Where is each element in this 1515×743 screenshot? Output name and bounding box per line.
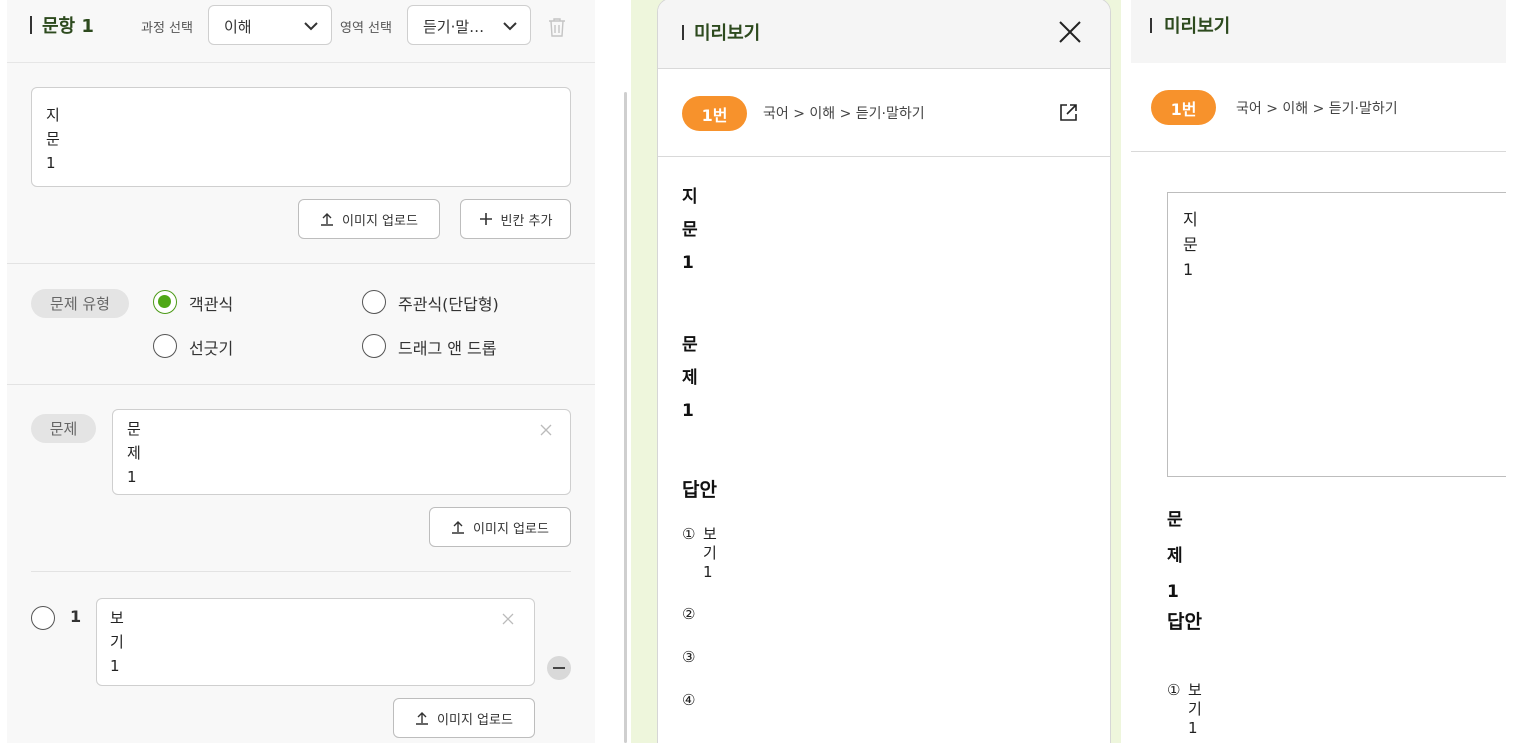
course-select-value: 이해 bbox=[224, 18, 252, 36]
preview-title: 미리보기 bbox=[694, 23, 761, 44]
chevron-down-icon bbox=[503, 22, 517, 31]
question-label: 문제 bbox=[31, 414, 96, 443]
external-link-icon[interactable] bbox=[1059, 103, 1078, 122]
preview-page: 미리보기 1번 국어 > 이해 > 듣기·말하기 지 문 1 문 제 1 답안 … bbox=[1131, 0, 1506, 743]
question-editor-panel: 문항 1 과정 선택 이해 영역 선택 듣기·말… 지 문 1 이미지 업로드 … bbox=[7, 0, 595, 743]
preview-option-1-text: 보 기 1 bbox=[703, 525, 717, 581]
radio-label-short-answer: 주관식(단답형) bbox=[398, 295, 499, 314]
remove-choice-button[interactable] bbox=[547, 656, 571, 680]
radio-short-answer[interactable] bbox=[362, 290, 386, 314]
preview-page-answer-title: 답안 bbox=[1167, 611, 1202, 633]
editor-scrollbar[interactable] bbox=[624, 92, 627, 743]
question-title: 문항 1 bbox=[42, 16, 94, 37]
upload-icon bbox=[452, 521, 465, 534]
passage-box-text: 지 문 1 bbox=[1183, 210, 1198, 279]
passage-text: 지 문 1 bbox=[46, 106, 60, 172]
preview-page-breadcrumb: 국어 > 이해 > 듣기·말하기 bbox=[1236, 101, 1398, 117]
trash-icon[interactable] bbox=[548, 17, 566, 37]
choice-1-image-upload-button[interactable]: 이미지 업로드 bbox=[393, 698, 535, 738]
preview-option-2-marker: ② bbox=[682, 605, 696, 623]
preview-modal: 미리보기 1번 국어 > 이해 > 듣기·말하기 지 문 1 문 제 1 답안 … bbox=[657, 0, 1111, 743]
radio-multiple-choice[interactable] bbox=[153, 290, 177, 314]
preview-header: 미리보기 bbox=[658, 0, 1110, 69]
preview-option-4-marker: ④ bbox=[682, 691, 696, 709]
upload-icon bbox=[416, 712, 429, 725]
preview-answer-title: 답안 bbox=[682, 479, 717, 501]
upload-icon bbox=[321, 213, 334, 226]
course-select[interactable]: 이해 bbox=[208, 5, 332, 45]
area-select-label: 영역 선택 bbox=[340, 21, 392, 36]
preview-option-1-marker: ① bbox=[682, 525, 696, 543]
section-divider bbox=[7, 263, 595, 264]
preview-page-option-1-text: 보 기 1 bbox=[1188, 681, 1202, 737]
radio-label-line-matching: 선긋기 bbox=[189, 339, 234, 358]
title-bar-accent bbox=[682, 25, 684, 40]
preview-question: 문 제 1 bbox=[682, 335, 698, 421]
add-blank-button[interactable]: 빈칸 추가 bbox=[460, 199, 571, 239]
title-bar-accent bbox=[1150, 18, 1152, 33]
radio-line-matching[interactable] bbox=[153, 334, 177, 358]
question-text: 문 제 1 bbox=[127, 420, 141, 486]
area-select-value: 듣기·말… bbox=[423, 18, 485, 36]
choice-1-text: 보 기 1 bbox=[110, 609, 124, 675]
passage-image-upload-button[interactable]: 이미지 업로드 bbox=[298, 199, 440, 239]
preview-page-question: 문 제 1 bbox=[1167, 510, 1183, 602]
preview-separator bbox=[1131, 151, 1506, 152]
preview-page-title: 미리보기 bbox=[1164, 16, 1231, 37]
preview-passage: 지 문 1 bbox=[682, 187, 698, 273]
close-icon[interactable] bbox=[1059, 21, 1081, 43]
preview-breadcrumb: 국어 > 이해 > 듣기·말하기 bbox=[763, 106, 925, 122]
course-select-label: 과정 선택 bbox=[141, 21, 193, 36]
choice-1-number: 1 bbox=[70, 607, 82, 626]
question-type-label: 문제 유형 bbox=[31, 289, 129, 318]
title-bar-accent bbox=[30, 16, 32, 34]
choice-divider bbox=[31, 571, 571, 572]
preview-separator bbox=[658, 156, 1110, 157]
radio-drag-drop[interactable] bbox=[362, 334, 386, 358]
chevron-down-icon bbox=[304, 22, 318, 31]
question-image-upload-button[interactable]: 이미지 업로드 bbox=[429, 507, 571, 547]
question-header: 문항 1 과정 선택 이해 영역 선택 듣기·말… bbox=[7, 0, 595, 63]
question-number-badge: 1번 bbox=[1151, 90, 1216, 125]
choice-1-input[interactable]: 보 기 1 bbox=[96, 598, 535, 686]
plus-icon bbox=[479, 213, 492, 225]
question-input[interactable]: 문 제 1 bbox=[112, 409, 571, 495]
section-divider bbox=[7, 384, 595, 385]
clear-icon[interactable] bbox=[540, 424, 552, 436]
preview-page-option-1-marker: ① bbox=[1167, 681, 1181, 699]
preview-page-header: 미리보기 bbox=[1131, 0, 1506, 63]
question-number-badge: 1번 bbox=[682, 96, 747, 131]
radio-label-multiple-choice: 객관식 bbox=[189, 295, 234, 314]
area-select[interactable]: 듣기·말… bbox=[407, 5, 531, 45]
clear-icon[interactable] bbox=[502, 613, 514, 625]
passage-input[interactable]: 지 문 1 bbox=[31, 87, 571, 187]
radio-label-drag-drop: 드래그 앤 드롭 bbox=[398, 339, 497, 358]
passage-box: 지 문 1 bbox=[1167, 192, 1506, 477]
preview-option-3-marker: ③ bbox=[682, 648, 696, 666]
choice-1-correct-radio[interactable] bbox=[31, 606, 55, 630]
